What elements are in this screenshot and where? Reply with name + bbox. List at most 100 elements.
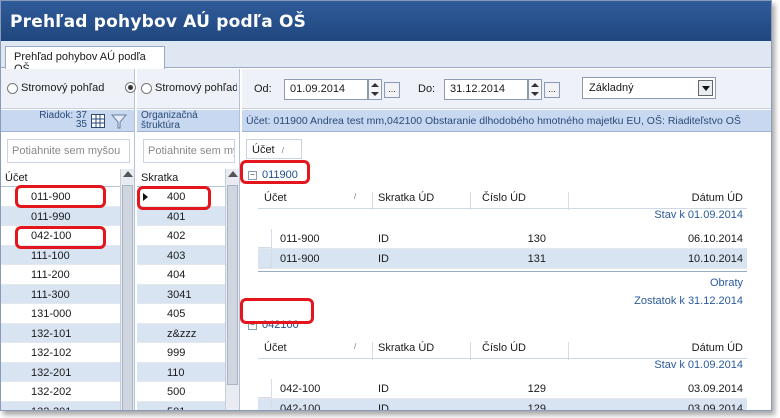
vertical-scrollbar[interactable] <box>120 169 134 410</box>
list-item[interactable]: z&zzz <box>137 323 225 343</box>
list-item[interactable]: 402 <box>137 226 225 246</box>
group-header-label: Účet <box>252 144 275 156</box>
cell-cislo: 129 <box>527 403 546 411</box>
collapse-icon[interactable]: − <box>248 171 257 180</box>
cell-ucet: 011-900 <box>280 233 320 245</box>
scroll-up-icon[interactable] <box>228 171 238 177</box>
filter-toolbar: Od: 01.09.2014 ... Do: 31.12.2014 ... Zá… <box>242 69 771 109</box>
view-select[interactable]: Základný <box>582 77 716 99</box>
list-item[interactable]: 500 <box>137 382 225 402</box>
filter-icon[interactable] <box>111 113 127 129</box>
view-select-value: Základný <box>589 82 634 94</box>
list-item[interactable]: 3041 <box>137 284 225 304</box>
list-item[interactable]: 403 <box>137 245 225 265</box>
group-by-area[interactable]: Potiahnite sem myšou <box>7 139 130 163</box>
rows-count: 35 <box>75 119 87 130</box>
scroll-thumb[interactable] <box>122 185 133 410</box>
table-row[interactable]: 042-100 ID 129 03.09.2014 <box>258 379 747 399</box>
grid-icon[interactable] <box>91 114 105 128</box>
list-item[interactable]: 401 <box>137 206 225 226</box>
movements-panel: Od: 01.09.2014 ... Do: 31.12.2014 ... Zá… <box>242 69 771 410</box>
list-item[interactable]: 132-301 <box>1 401 120 410</box>
col-ucet[interactable]: Účet <box>264 192 287 204</box>
sort-icon: / <box>354 342 357 351</box>
column-header-skratka[interactable]: Skratka <box>137 169 239 187</box>
list-item[interactable]: 011-990 <box>1 206 120 226</box>
org-info-label: Organizačná štruktúra <box>141 110 198 131</box>
tab-prehlad[interactable]: Prehľad pohybov AÚ podľa OŠ <box>5 46 165 75</box>
list-item[interactable]: 400 <box>137 187 225 207</box>
col-cislo[interactable]: Číslo ÚD <box>482 342 526 354</box>
list-item[interactable]: 132-102 <box>1 343 120 363</box>
list-item[interactable]: 111-100 <box>1 245 120 265</box>
column-header-ucet[interactable]: Účet <box>1 169 134 187</box>
cell-datum: 03.09.2014 <box>687 383 743 395</box>
do-picker-button[interactable]: ... <box>544 82 560 98</box>
group-by-area-2[interactable]: Potiahnite sem myšou <box>143 139 235 163</box>
list-item[interactable]: 011-900 <box>1 187 120 207</box>
list-item[interactable]: 405 <box>137 304 225 324</box>
od-label: Od: <box>254 83 272 95</box>
tree-view-radio-2[interactable]: Stromový pohľad <box>141 82 237 94</box>
table-row[interactable]: 011-900 ID 131 10.10.2014 <box>258 249 747 269</box>
accounts-toolbar: Stromový pohľad <box>1 69 136 109</box>
cell-ucet: 042-100 <box>280 383 321 395</box>
list-item[interactable]: 110 <box>137 362 225 382</box>
col-separator <box>470 192 471 210</box>
table-row[interactable]: 042-100 ID 129 03.09.2014 <box>258 399 747 411</box>
list-item[interactable]: 132-101 <box>1 323 120 343</box>
col-separator <box>568 192 569 210</box>
radio-label: Stromový pohľad <box>155 82 237 94</box>
list-item[interactable]: 111-300 <box>1 284 120 304</box>
cell-skratka: ID <box>378 403 389 411</box>
col-datum[interactable]: Dátum ÚD <box>692 192 743 204</box>
radio-label: Stromový pohľad <box>21 82 105 94</box>
od-spinner[interactable] <box>368 79 382 100</box>
cell-datum: 10.10.2014 <box>687 253 743 265</box>
col-separator <box>372 342 373 360</box>
cell-datum: 06.10.2014 <box>687 233 743 245</box>
scroll-thumb[interactable] <box>227 185 238 385</box>
list-item[interactable]: 132-201 <box>1 362 120 382</box>
stav-label: Stav k 01.09.2014 <box>654 359 743 371</box>
od-picker-button[interactable]: ... <box>384 82 400 98</box>
collapse-icon[interactable]: − <box>248 321 257 330</box>
scroll-up-icon[interactable] <box>123 171 133 177</box>
do-date-input[interactable]: 31.12.2014 <box>444 79 528 100</box>
list-item[interactable]: 132-202 <box>1 382 120 402</box>
group-row-042100[interactable]: −042100 <box>246 315 767 335</box>
table-row[interactable]: 011-900 ID 130 06.10.2014 <box>258 229 747 249</box>
list-item[interactable]: 501 <box>137 401 225 410</box>
divider <box>258 271 747 272</box>
accounts-panel: Stromový pohľad Riadok: 37 35 Potiahnite… <box>1 69 136 410</box>
od-date-input[interactable]: 01.09.2014 <box>284 79 368 100</box>
col-skratka[interactable]: Skratka ÚD <box>378 192 434 204</box>
rows-info-bar: Riadok: 37 35 <box>1 110 134 132</box>
list-item[interactable]: 999 <box>137 343 225 363</box>
tree-view-radio[interactable]: Stromový pohľad <box>7 82 104 94</box>
stav-label: Stav k 01.09.2014 <box>654 209 743 221</box>
list-item[interactable]: 042-100 <box>1 226 120 246</box>
do-spinner[interactable] <box>528 79 542 100</box>
sort-icon: / <box>281 146 284 155</box>
sub-grid-header: Účet / Skratka ÚD Číslo ÚD Dátum ÚD <box>258 187 747 210</box>
list-item[interactable]: 404 <box>137 265 225 285</box>
group-row-011900[interactable]: −011900 <box>246 165 767 185</box>
window-title: Prehľad pohybov AÚ podľa OŠ <box>1 1 771 41</box>
list-item[interactable]: 131-000 <box>1 304 120 324</box>
list-item[interactable]: 111-200 <box>1 265 120 285</box>
col-datum[interactable]: Dátum ÚD <box>692 342 743 354</box>
vertical-scrollbar-2[interactable] <box>225 169 239 410</box>
group-header-ucet[interactable]: Účet / <box>246 139 302 159</box>
col-ucet[interactable]: Účet <box>264 342 287 354</box>
cell-cislo: 129 <box>527 383 546 395</box>
tab-strip: Prehľad pohybov AÚ podľa OŠ <box>1 41 771 75</box>
org-info-bar: Organizačná štruktúra <box>137 110 239 132</box>
group-name: 011900 <box>262 169 298 181</box>
col-cislo[interactable]: Číslo ÚD <box>482 192 526 204</box>
col-skratka[interactable]: Skratka ÚD <box>378 342 434 354</box>
radio-circle-icon <box>141 82 152 94</box>
group-name: 042100 <box>262 319 299 331</box>
dropdown-arrow-icon[interactable] <box>698 80 713 96</box>
cell-cislo: 131 <box>527 253 546 265</box>
